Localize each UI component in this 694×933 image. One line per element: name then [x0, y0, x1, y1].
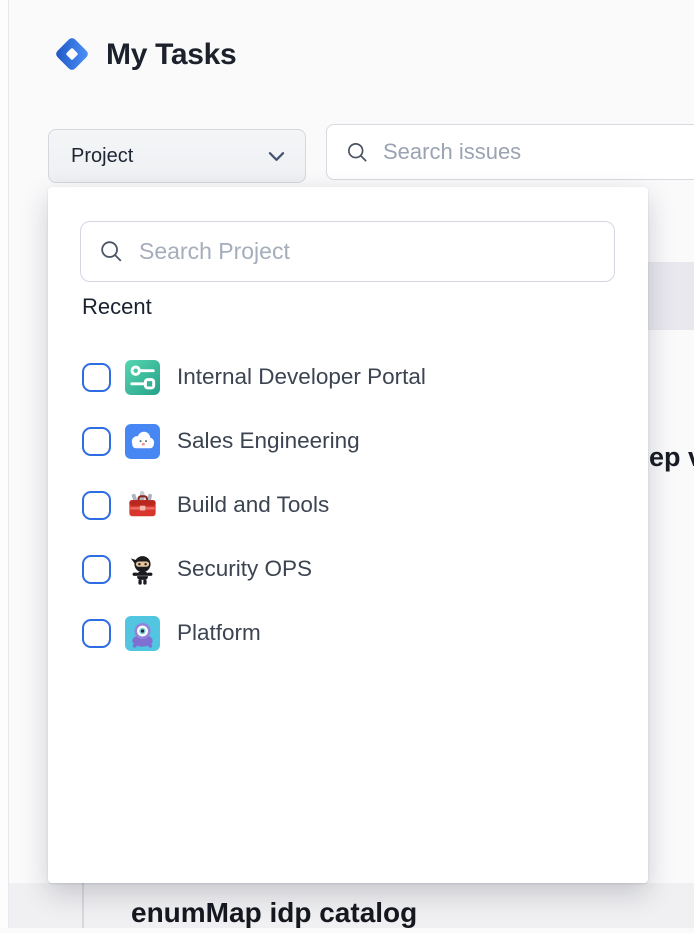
background-issue-text-right: ep v	[649, 442, 694, 473]
search-icon	[98, 238, 125, 265]
project-filter-button[interactable]: Project	[48, 129, 306, 183]
project-checkbox[interactable]	[82, 619, 111, 648]
background-issue-title: enumMap idp catalog	[131, 893, 417, 933]
jira-logo-icon	[50, 32, 94, 76]
project-option-sales-engineering[interactable]: Sales Engineering	[48, 409, 648, 473]
project-filter-dropdown: Recent Internal Developer Portal	[48, 187, 648, 883]
left-rail	[0, 0, 8, 928]
project-search-input[interactable]	[139, 238, 598, 265]
ninja-icon	[125, 552, 160, 587]
project-option-internal-developer-portal[interactable]: Internal Developer Portal	[48, 345, 648, 409]
toolbox-icon	[125, 488, 160, 523]
project-filter-label: Project	[71, 145, 133, 168]
recent-section-label: Recent	[82, 294, 152, 320]
project-option-build-and-tools[interactable]: Build and Tools	[48, 473, 648, 537]
search-icon	[345, 140, 370, 165]
project-option-security-ops[interactable]: Security OPS	[48, 537, 648, 601]
project-option-platform[interactable]: Platform	[48, 601, 648, 665]
project-checkbox[interactable]	[82, 363, 111, 392]
project-label: Platform	[177, 620, 261, 646]
project-checkbox[interactable]	[82, 555, 111, 584]
page-title: My Tasks	[106, 38, 236, 72]
project-label: Sales Engineering	[177, 428, 360, 454]
left-divider	[8, 0, 9, 928]
project-label: Build and Tools	[177, 492, 329, 518]
alien-icon	[125, 616, 160, 651]
issue-search-input[interactable]	[383, 139, 689, 165]
project-search-field[interactable]	[80, 221, 615, 282]
project-list: Internal Developer Portal Sales Engineer…	[48, 345, 648, 665]
project-checkbox[interactable]	[82, 491, 111, 520]
background-vertical-divider	[82, 883, 84, 928]
chevron-down-icon	[266, 146, 287, 167]
issue-search-field[interactable]	[326, 124, 694, 180]
project-label: Internal Developer Portal	[177, 364, 426, 390]
project-checkbox[interactable]	[82, 427, 111, 456]
project-label: Security OPS	[177, 556, 312, 582]
cloud-icon	[125, 424, 160, 459]
sliders-icon	[125, 360, 160, 395]
